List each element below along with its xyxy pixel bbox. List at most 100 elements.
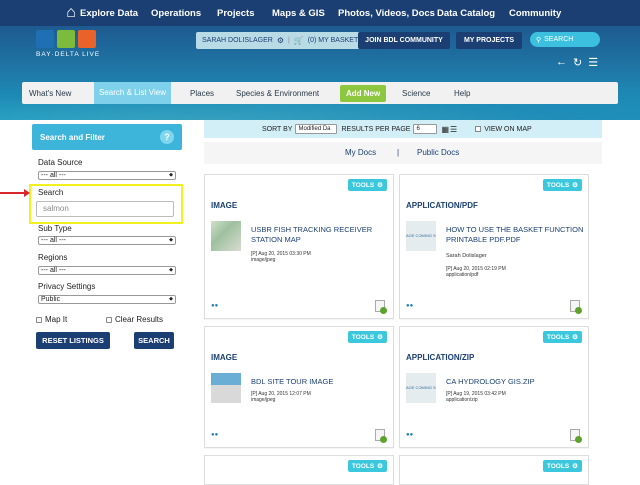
search-label: Search: [38, 188, 64, 197]
map-it-checkbox[interactable]: Map It: [36, 315, 67, 324]
download-icon[interactable]: [375, 300, 387, 314]
sub-type-select[interactable]: --- all ---: [38, 236, 176, 245]
map-it-label: Map It: [45, 315, 68, 324]
gear-icon: ⚙: [572, 334, 578, 341]
tools-button[interactable]: TOOLS ⚙: [542, 179, 582, 191]
tab-whats-new[interactable]: What's New: [29, 89, 71, 98]
sub-navigation: What's New Search & List View Places Spe…: [22, 82, 618, 104]
result-card[interactable]: TOOLS ⚙ IMAGE USBR FISH TRACKING RECEIVER…: [204, 174, 394, 319]
reset-listings-button[interactable]: RESET LISTINGS: [36, 332, 110, 349]
nav-explore-data[interactable]: Explore Data: [80, 8, 138, 19]
nav-data-catalog[interactable]: Data Catalog: [437, 8, 495, 19]
result-card[interactable]: TOOLS ⚙ APPLICATION/ZIP AGE COMING SC CA …: [399, 326, 589, 448]
tools-label: TOOLS: [546, 462, 570, 470]
data-source-select[interactable]: --- all ---: [38, 171, 176, 180]
card-type: IMAGE: [211, 201, 238, 210]
gear-icon: ⚙: [572, 182, 578, 189]
tab-help[interactable]: Help: [454, 89, 470, 98]
result-card[interactable]: TOOLS ⚙ APPLICATION/PDF AGE COMING SO HOW…: [399, 174, 589, 319]
list-view-icon[interactable]: ☰: [450, 125, 457, 134]
card-thumbnail[interactable]: [211, 373, 241, 403]
card-thumbnail[interactable]: [211, 221, 241, 251]
home-icon[interactable]: ⌂: [60, 4, 82, 22]
people-icon[interactable]: ●●: [406, 303, 418, 309]
my-projects-button[interactable]: MY PROJECTS: [456, 32, 522, 49]
header-banner: BAY·DELTA LIVE SARAH DOLISLAGER ⚙ | 🛒 (0…: [0, 26, 640, 120]
tools-button[interactable]: TOOLS ⚙: [542, 460, 582, 472]
sort-bar: SORT BY Modified Da RESULTS PER PAGE 6 ▦…: [204, 120, 602, 138]
search-filter-title: Search and Filter: [40, 132, 105, 142]
tools-button[interactable]: TOOLS ⚙: [347, 179, 387, 191]
search-input[interactable]: salmon: [36, 201, 174, 217]
gear-icon[interactable]: ⚙: [277, 36, 284, 45]
menu-icon[interactable]: ☰: [588, 56, 598, 69]
results-per-page-select[interactable]: 6: [413, 124, 438, 134]
tools-button[interactable]: TOOLS ⚙: [347, 460, 387, 472]
top-navigation: ⌂ Explore Data Operations Projects Maps …: [0, 0, 640, 26]
card-title[interactable]: HOW TO USE THE BASKET FUNCTION PRINTABLE…: [446, 225, 586, 245]
basket-link[interactable]: (0) MY BASKET: [308, 37, 358, 44]
card-type: IMAGE: [211, 353, 238, 362]
refresh-icon[interactable]: ↻: [573, 56, 582, 69]
tab-search-list-view[interactable]: Search & List View: [94, 82, 171, 104]
result-card[interactable]: TOOLS ⚙: [399, 455, 589, 485]
checkbox-icon: [106, 316, 112, 323]
card-mime: image/jpeg: [251, 257, 276, 263]
tab-my-docs[interactable]: My Docs: [345, 148, 376, 157]
regions-label: Regions: [38, 253, 68, 262]
view-on-map-label: VIEW ON MAP: [484, 125, 532, 133]
regions-select[interactable]: --- all ---: [38, 266, 176, 275]
result-card[interactable]: TOOLS ⚙: [204, 455, 394, 485]
user-basket-box: SARAH DOLISLAGER ⚙ | 🛒 (0) MY BASKET: [196, 32, 365, 49]
view-on-map-checkbox[interactable]: VIEW ON MAP: [475, 125, 532, 133]
site-logo[interactable]: [36, 30, 96, 48]
grid-view-icon[interactable]: ▦: [441, 125, 449, 134]
card-type: APPLICATION/PDF: [406, 201, 478, 210]
card-thumbnail[interactable]: AGE COMING SC: [406, 373, 436, 403]
join-community-button[interactable]: JOIN BDL COMMUNITY: [358, 32, 450, 49]
card-title[interactable]: USBR FISH TRACKING RECEIVER STATION MAP: [251, 225, 391, 245]
tab-species-environment[interactable]: Species & Environment: [236, 89, 319, 98]
gear-icon: ⚙: [377, 182, 383, 189]
user-name[interactable]: SARAH DOLISLAGER: [202, 37, 273, 44]
tab-science[interactable]: Science: [402, 89, 430, 98]
nav-maps-gis[interactable]: Maps & GIS: [272, 8, 325, 19]
tools-button[interactable]: TOOLS ⚙: [542, 331, 582, 343]
nav-projects[interactable]: Projects: [217, 8, 255, 19]
checkbox-icon: [36, 316, 42, 323]
card-mime: application/pdf: [446, 272, 479, 278]
download-icon[interactable]: [570, 300, 582, 314]
people-icon[interactable]: ●●: [211, 303, 223, 309]
sort-by-label: SORT BY: [262, 125, 293, 133]
tools-button[interactable]: TOOLS ⚙: [347, 331, 387, 343]
people-icon[interactable]: ●●: [406, 432, 418, 438]
card-title[interactable]: BDL SITE TOUR IMAGE: [251, 377, 391, 387]
nav-photos-videos-docs[interactable]: Photos, Videos, Docs: [338, 8, 435, 19]
add-new-button[interactable]: Add New: [340, 85, 387, 102]
sort-by-select[interactable]: Modified Da: [295, 124, 338, 134]
card-type: APPLICATION/ZIP: [406, 353, 475, 362]
result-card[interactable]: TOOLS ⚙ IMAGE BDL SITE TOUR IMAGE [P] Aug…: [204, 326, 394, 448]
basket-icon[interactable]: 🛒: [294, 36, 304, 45]
tab-places[interactable]: Places: [190, 89, 214, 98]
tools-label: TOOLS: [546, 333, 570, 341]
search-icon: ⚲: [536, 36, 542, 44]
tab-public-docs[interactable]: Public Docs: [417, 148, 459, 157]
card-mime: application/zip: [446, 397, 478, 403]
card-mime: image/jpeg: [251, 397, 276, 403]
card-title[interactable]: CA HYDROLOGY GIS.ZIP: [446, 377, 586, 387]
card-thumbnail[interactable]: AGE COMING SO: [406, 221, 436, 251]
nav-operations[interactable]: Operations: [151, 8, 201, 19]
people-icon[interactable]: ●●: [211, 432, 223, 438]
header-search[interactable]: ⚲ SEARCH: [530, 32, 600, 47]
download-icon[interactable]: [570, 429, 582, 443]
privacy-select[interactable]: Public: [38, 295, 176, 304]
nav-community[interactable]: Community: [509, 8, 561, 19]
search-filter-header: Search and Filter ?: [32, 124, 182, 150]
back-arrow-icon[interactable]: ←: [556, 56, 567, 69]
download-icon[interactable]: [375, 429, 387, 443]
doc-tabs: My Docs | Public Docs: [204, 142, 602, 164]
clear-results-checkbox[interactable]: Clear Results: [106, 315, 163, 324]
help-icon[interactable]: ?: [160, 130, 174, 144]
search-button[interactable]: SEARCH: [134, 332, 174, 349]
